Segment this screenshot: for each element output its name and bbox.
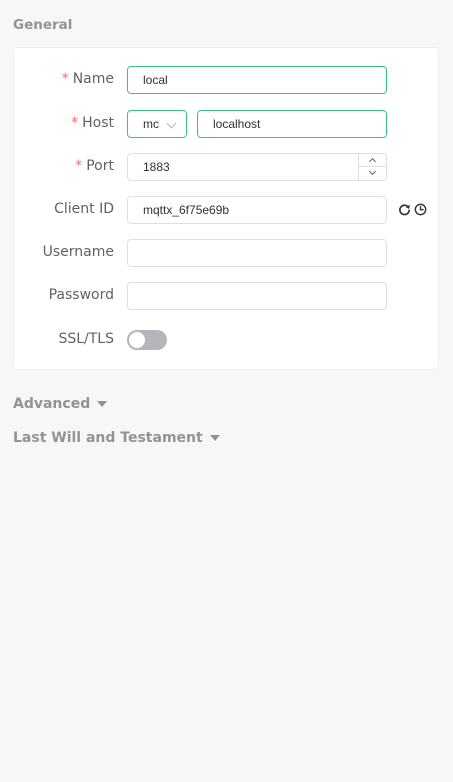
client-id-input[interactable]: mqttx_6f75e69b	[127, 196, 387, 224]
port-row: * Port 1883	[14, 153, 438, 181]
ssl-label: SSL/TLS	[58, 331, 114, 347]
host-label: * Host	[71, 115, 114, 131]
section-title-general: General	[13, 17, 73, 33]
protocol-select-value: mc	[143, 117, 159, 131]
chevron-up-icon	[368, 157, 377, 166]
caret-down-icon	[209, 435, 220, 441]
port-stepper	[358, 154, 386, 180]
password-row: Password	[14, 282, 438, 310]
chevron-down-icon	[166, 118, 177, 129]
general-form-card: * Name local * Host mc localhost * Port 188…	[13, 47, 439, 370]
ssl-toggle[interactable]	[127, 330, 167, 350]
client-id-label: Client ID	[54, 201, 114, 217]
port-decrease-button[interactable]	[359, 167, 386, 180]
name-row: * Name local	[14, 66, 438, 94]
port-input[interactable]: 1883	[127, 153, 387, 181]
port-value: 1883	[143, 160, 170, 174]
chevron-down-icon	[368, 167, 377, 176]
required-mark: *	[61, 71, 69, 87]
host-row: * Host mc localhost	[14, 110, 438, 138]
toggle-knob	[129, 332, 145, 348]
last-will-title: Last Will and Testament	[13, 430, 203, 446]
client-id-row: Client ID mqttx_6f75e69b	[14, 196, 438, 224]
name-label: * Name	[61, 71, 114, 87]
ssl-row: SSL/TLS	[14, 326, 438, 354]
clock-icon[interactable]	[413, 201, 427, 217]
username-input[interactable]	[127, 239, 387, 267]
port-increase-button[interactable]	[359, 154, 386, 167]
refresh-icon[interactable]	[397, 201, 411, 217]
required-mark: *	[75, 158, 83, 174]
protocol-select[interactable]: mc	[127, 110, 187, 138]
advanced-title: Advanced	[13, 396, 91, 412]
host-input[interactable]: localhost	[197, 110, 387, 138]
name-input[interactable]: local	[127, 66, 387, 94]
caret-down-icon	[97, 401, 108, 407]
username-row: Username	[14, 239, 438, 267]
password-label: Password	[48, 287, 114, 303]
last-will-collapse-header[interactable]: Last Will and Testament	[13, 430, 220, 446]
port-label: * Port	[75, 158, 114, 174]
advanced-collapse-header[interactable]: Advanced	[13, 396, 108, 412]
username-label: Username	[42, 244, 114, 260]
required-mark: *	[71, 115, 79, 131]
password-input[interactable]	[127, 282, 387, 310]
